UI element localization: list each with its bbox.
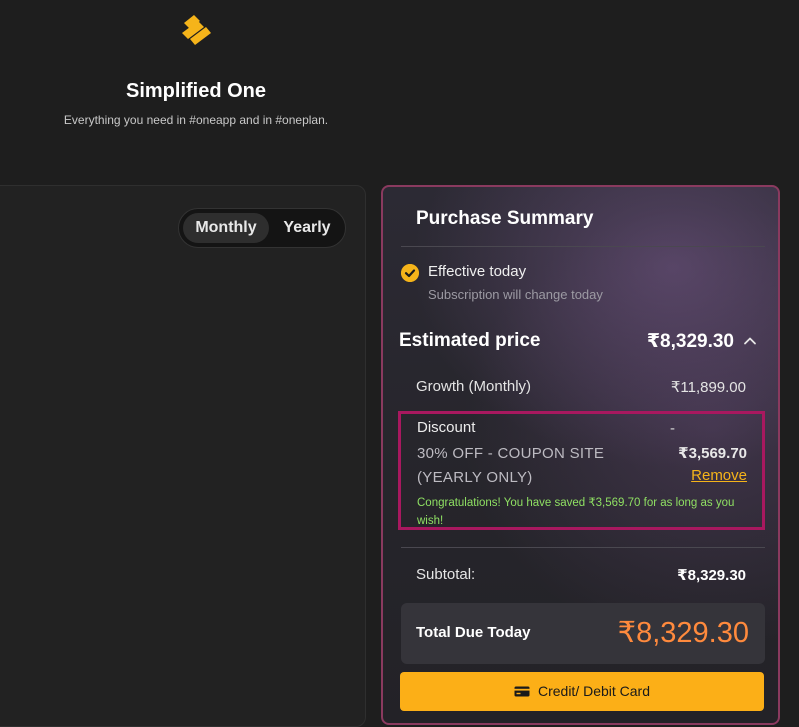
discount-section: Discount - 30% OFF - COUPON SITE (YEARLY… [398,411,765,530]
subtotal-label: Subtotal: [416,566,476,583]
total-due-value: ₹8,329.30 [617,617,749,649]
chevron-up-icon[interactable] [742,333,758,349]
credit-debit-card-button[interactable]: Credit/ Debit Card [400,672,764,711]
plans-panel [0,185,366,727]
credit-card-icon [514,686,530,697]
effective-today-subtitle: Subscription will change today [428,287,603,302]
divider [401,246,765,247]
discount-minus-sign: - [670,420,675,437]
app-subtitle: Everything you need in #oneapp and in #o… [63,113,329,127]
billing-period-toggle: Monthly Yearly [178,208,346,248]
savings-message: Congratulations! You have saved ₹3,569.7… [417,497,735,527]
simplified-logo-icon [182,15,211,45]
remove-coupon-link[interactable]: Remove [691,467,747,484]
app-title: Simplified One [125,80,267,102]
estimated-price-label: Estimated price [399,330,541,351]
total-due-label: Total Due Today [416,624,531,641]
estimated-price-value: ₹8,329.30 [646,331,734,352]
payment-button-label: Credit/ Debit Card [537,683,651,699]
monthly-toggle-button[interactable]: Monthly [183,213,269,243]
plan-label: Growth (Monthly) [416,378,532,395]
discount-amount: ₹3,569.70 [678,445,747,462]
yearly-toggle-button[interactable]: Yearly [273,213,341,243]
purchase-summary-panel: Purchase Summary Effective today Subscri… [381,185,780,725]
discount-label: Discount [417,419,476,436]
check-circle-icon [401,264,419,282]
coupon-code: 30% OFF - COUPON SITE (YEARLY ONLY) [417,445,605,486]
plan-price: ₹11,899.00 [670,379,746,396]
purchase-summary-title: Purchase Summary [416,208,594,229]
divider [401,547,765,548]
effective-today-title: Effective today [428,263,527,280]
total-due-box: Total Due Today ₹8,329.30 [401,603,765,664]
subtotal-value: ₹8,329.30 [677,567,746,584]
